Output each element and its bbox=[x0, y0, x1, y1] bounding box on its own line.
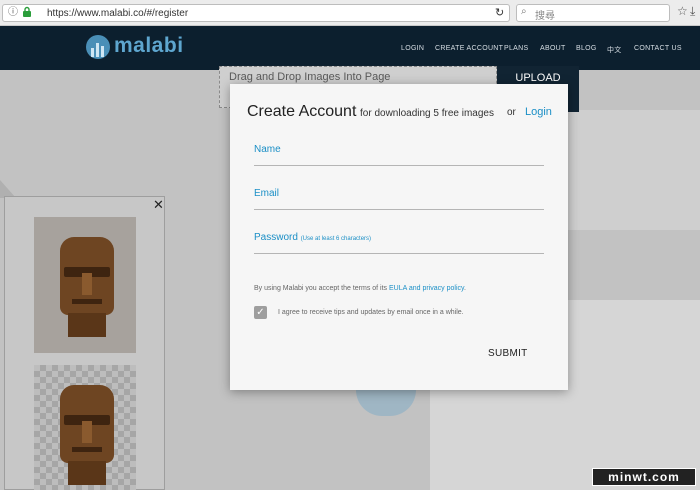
statue-image bbox=[58, 385, 116, 485]
terms-prefix: By using Malabi you accept the terms of … bbox=[254, 285, 388, 292]
email-field[interactable]: Email bbox=[254, 188, 544, 210]
download-icon[interactable]: ⤓ bbox=[690, 4, 695, 19]
search-placeholder: 搜尋 bbox=[535, 11, 555, 22]
removed-background-thumbnail[interactable] bbox=[34, 365, 136, 490]
tips-checkbox[interactable]: ✓ bbox=[254, 306, 267, 319]
nav-about[interactable]: ABOUT bbox=[540, 45, 566, 52]
image-side-panel: ✕ bbox=[4, 196, 165, 490]
password-hint: (Use at least 6 characters) bbox=[300, 236, 372, 242]
lock-icon bbox=[22, 6, 32, 22]
star-icon[interactable]: ☆ bbox=[677, 4, 688, 18]
eula-link[interactable]: EULA and privacy policy bbox=[389, 285, 464, 292]
logo-icon[interactable] bbox=[86, 35, 110, 59]
nav-chinese[interactable]: 中文 bbox=[607, 45, 622, 55]
browser-toolbar: ⓘ https://www.malabi.co/#/register ↻ ⌕ 搜… bbox=[0, 0, 700, 26]
tips-checkbox-label: I agree to receive tips and updates by e… bbox=[278, 309, 464, 316]
nav-login[interactable]: LOGIN bbox=[401, 45, 424, 52]
close-icon[interactable]: ✕ bbox=[153, 199, 164, 212]
logo-text[interactable]: malabi bbox=[114, 34, 184, 58]
password-label: Password (Use at least 6 characters) bbox=[254, 232, 371, 243]
name-field[interactable]: Name bbox=[254, 144, 544, 166]
dialog-subtitle: for downloading 5 free images bbox=[360, 108, 494, 119]
statue-image bbox=[58, 237, 116, 337]
search-icon: ⌕ bbox=[521, 6, 527, 17]
nav-create-account[interactable]: CREATE ACCOUNT bbox=[435, 45, 503, 52]
submit-button[interactable]: SUBMIT bbox=[488, 348, 528, 359]
drop-zone-label: Drag and Drop Images Into Page bbox=[229, 71, 391, 83]
dialog-title: Create Account bbox=[247, 103, 357, 120]
url-text[interactable]: https://www.malabi.co/#/register bbox=[47, 7, 188, 20]
watermark-text: minwt.com bbox=[608, 470, 680, 484]
terms-suffix: . bbox=[463, 285, 466, 292]
address-bar[interactable]: ⓘ https://www.malabi.co/#/register ↻ bbox=[2, 4, 510, 22]
nav-blog[interactable]: BLOG bbox=[576, 45, 597, 52]
checkmark-icon: ✓ bbox=[256, 307, 265, 318]
info-icon[interactable]: ⓘ bbox=[8, 7, 18, 19]
reload-icon[interactable]: ↻ bbox=[495, 6, 504, 19]
name-label: Name bbox=[254, 144, 281, 155]
nav-plans[interactable]: PLANS bbox=[504, 45, 528, 52]
password-label-text: Password bbox=[254, 232, 298, 243]
create-account-dialog: Create Account for downloading 5 free im… bbox=[230, 84, 568, 390]
login-link[interactable]: Login bbox=[525, 106, 552, 118]
search-box[interactable]: ⌕ 搜尋 bbox=[516, 4, 670, 22]
password-field[interactable]: Password (Use at least 6 characters) bbox=[254, 232, 544, 254]
terms-text: By using Malabi you accept the terms of … bbox=[254, 285, 466, 292]
email-label: Email bbox=[254, 188, 280, 199]
watermark: minwt.com bbox=[592, 468, 696, 486]
site-header: malabi LOGIN CREATE ACCOUNT PLANS ABOUT … bbox=[0, 26, 700, 70]
original-image-thumbnail[interactable] bbox=[34, 217, 136, 353]
or-text: or bbox=[507, 107, 516, 118]
nav-contact-us[interactable]: CONTACT US bbox=[634, 45, 682, 52]
